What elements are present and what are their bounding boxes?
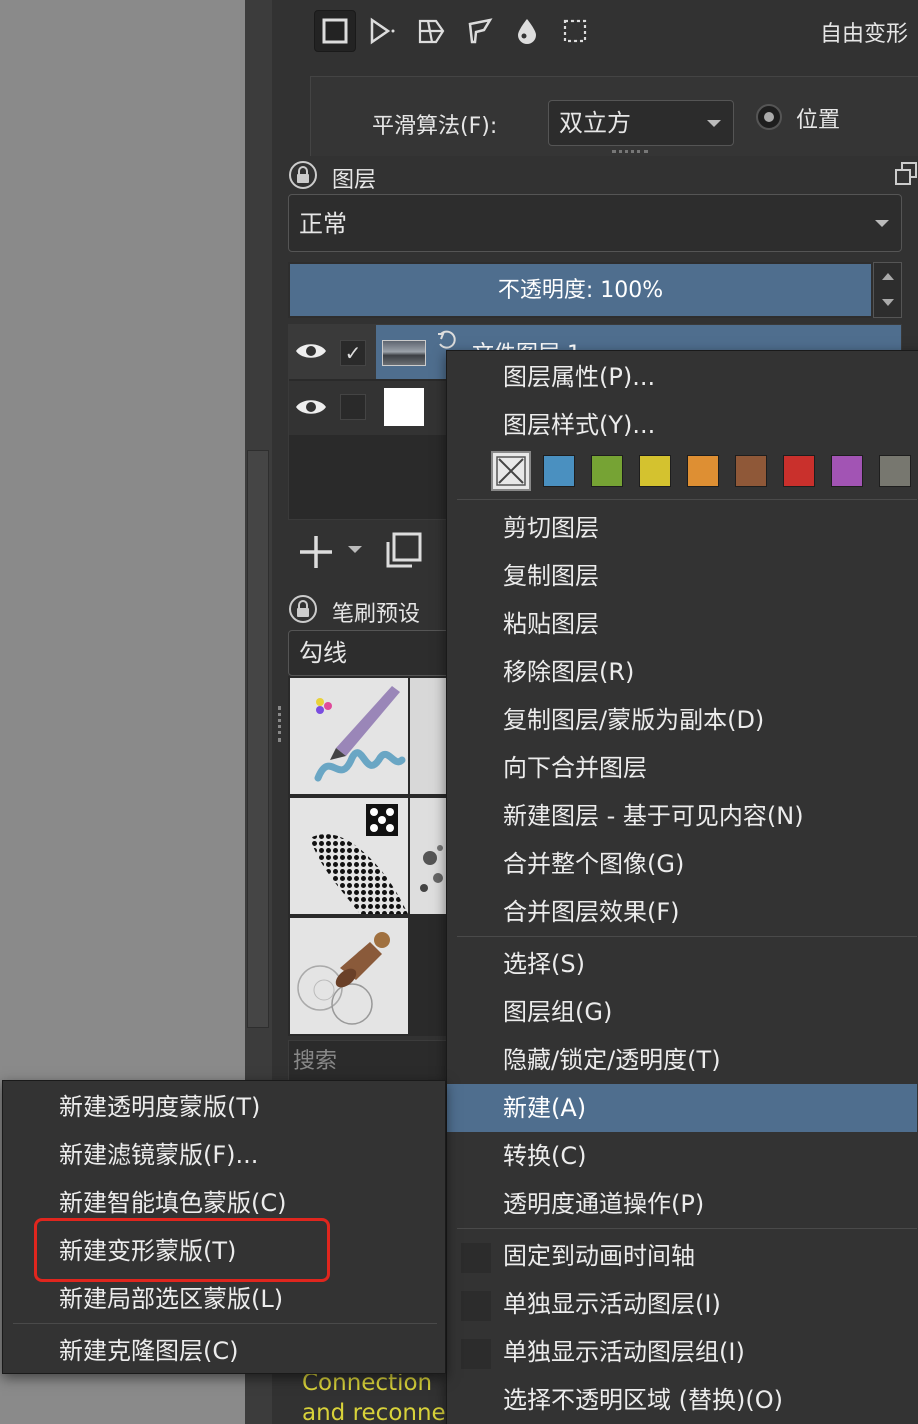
- opacity-slider[interactable]: 不透明度: 100%: [288, 262, 873, 318]
- brush-preset[interactable]: [410, 678, 448, 794]
- brush-tag-select[interactable]: 勾线: [288, 630, 458, 676]
- liquify-icon[interactable]: [506, 10, 548, 52]
- mesh-icon[interactable]: [554, 10, 596, 52]
- menu-separator: [457, 1228, 917, 1229]
- color-label-swatch[interactable]: [783, 455, 815, 487]
- menu-item-flatten-layer-style[interactable]: 合并图层效果(F): [447, 888, 917, 936]
- eye-icon[interactable]: [294, 396, 328, 418]
- menu-item-flatten-image[interactable]: 合并整个图像(G): [447, 840, 917, 888]
- menu-separator: [457, 936, 917, 937]
- color-label-swatch[interactable]: [831, 455, 863, 487]
- menu-item-layer-properties[interactable]: 图层属性(P)...: [447, 353, 917, 401]
- color-label-swatch[interactable]: [543, 455, 575, 487]
- menu-item-select[interactable]: 选择(S): [447, 940, 917, 988]
- menu-item-pin-timeline[interactable]: 固定到动画时间轴: [447, 1232, 917, 1280]
- cage-icon[interactable]: [458, 10, 500, 52]
- float-docker-icon[interactable]: [892, 160, 918, 186]
- brush-preset-ink-pen[interactable]: [290, 678, 408, 794]
- menu-item-new[interactable]: 新建(A): [447, 1084, 917, 1132]
- color-label-swatch[interactable]: [639, 455, 671, 487]
- lock-icon[interactable]: [288, 594, 318, 624]
- color-label-swatch[interactable]: [687, 455, 719, 487]
- menu-item-select-opaque[interactable]: 选择不透明区域 (替换)(O): [447, 1376, 917, 1424]
- menu-item-new-clone-layer[interactable]: 新建克隆图层(C): [3, 1327, 445, 1375]
- duplicate-layer-icon[interactable]: [382, 530, 424, 572]
- layers-title: 图层: [332, 168, 377, 193]
- menu-item-new-local-selection[interactable]: 新建局部选区蒙版(L): [3, 1275, 445, 1323]
- color-label-none-swatch[interactable]: [491, 451, 531, 491]
- menu-item-layer-style[interactable]: 图层样式(Y)...: [447, 401, 917, 449]
- menu-item-duplicate-layer[interactable]: 复制图层/蒙版为副本(D): [447, 696, 917, 744]
- layer-checkbox[interactable]: [340, 394, 366, 420]
- menu-item-isolate-layer[interactable]: 单独显示活动图层(I): [447, 1280, 917, 1328]
- menu-item-new-filter-mask[interactable]: 新建滤镜蒙版(F)...: [3, 1131, 445, 1179]
- tool-title: 自由变形: [820, 22, 909, 47]
- opacity-spinner[interactable]: [873, 262, 902, 318]
- menu-item-cut-layer[interactable]: 剪切图层: [447, 504, 917, 552]
- color-label-swatch[interactable]: [735, 455, 767, 487]
- dock-handle[interactable]: [278, 706, 282, 742]
- menu-separator: [13, 1323, 437, 1324]
- splitter-handle[interactable]: [612, 150, 648, 156]
- menu-item-new-transparency-mask[interactable]: 新建透明度蒙版(T): [3, 1083, 445, 1131]
- color-label-swatch[interactable]: [879, 455, 911, 487]
- dock-scrollbar[interactable]: [247, 450, 269, 1028]
- highlight-annotation: [34, 1218, 330, 1282]
- menu-item-new-from-visible[interactable]: 新建图层 - 基于可见内容(N): [447, 792, 917, 840]
- layer-thumbnail: [382, 340, 426, 366]
- close-icon: [496, 456, 526, 486]
- brush-preset-halftone[interactable]: [290, 798, 408, 914]
- log-text: and reconne: [302, 1400, 446, 1424]
- menu-item-remove-layer[interactable]: 移除图层(R): [447, 648, 917, 696]
- menu-item-copy-layer[interactable]: 复制图层: [447, 552, 917, 600]
- menu-item-merge-down[interactable]: 向下合并图层: [447, 744, 917, 792]
- menu-separator: [457, 499, 917, 500]
- menu-item-hide-lock-opacity[interactable]: 隐藏/锁定/透明度(T): [447, 1036, 917, 1084]
- chevron-down-icon[interactable]: [348, 546, 362, 553]
- smooth-label: 平滑算法(F):: [372, 114, 498, 139]
- position-radio[interactable]: [756, 104, 782, 130]
- menu-item-paste-layer[interactable]: 粘贴图层: [447, 600, 917, 648]
- perspective-icon[interactable]: [360, 10, 402, 52]
- layer-thumbnail: [384, 388, 424, 426]
- layer-context-menu: 图层属性(P)... 图层样式(Y)... 剪切图层 复制图层 粘贴图层 移除图…: [446, 350, 918, 1424]
- position-label: 位置: [796, 108, 841, 133]
- menu-item-group[interactable]: 图层组(G): [447, 988, 917, 1036]
- brush-preset-splatter[interactable]: [410, 798, 448, 914]
- brush-presets-title: 笔刷预设: [332, 602, 421, 627]
- add-layer-icon[interactable]: [296, 530, 336, 574]
- brush-search-input[interactable]: 搜索: [288, 1040, 448, 1084]
- blend-mode-value: 正常: [299, 210, 347, 238]
- color-label-swatch[interactable]: [591, 455, 623, 487]
- blend-mode-select[interactable]: 正常: [288, 194, 902, 252]
- chevron-down-icon: [707, 120, 721, 127]
- smooth-select[interactable]: 双立方: [548, 100, 734, 146]
- file-layer-icon: [438, 330, 456, 349]
- menu-item-convert[interactable]: 转换(C): [447, 1132, 917, 1180]
- free-transform-icon[interactable]: [314, 10, 356, 52]
- warp-icon[interactable]: [410, 10, 452, 52]
- spin-down-icon[interactable]: [882, 299, 894, 306]
- chevron-down-icon: [875, 220, 889, 227]
- eye-icon[interactable]: [294, 340, 328, 362]
- menu-item-isolate-group[interactable]: 单独显示活动图层组(I): [447, 1328, 917, 1376]
- layer-checkbox[interactable]: ✓: [340, 340, 366, 366]
- smooth-select-value: 双立方: [559, 109, 631, 137]
- spin-up-icon[interactable]: [882, 273, 894, 280]
- brush-preset-stamp[interactable]: [290, 918, 408, 1034]
- menu-item-alpha-channel[interactable]: 透明度通道操作(P): [447, 1180, 917, 1228]
- lock-icon[interactable]: [288, 160, 318, 190]
